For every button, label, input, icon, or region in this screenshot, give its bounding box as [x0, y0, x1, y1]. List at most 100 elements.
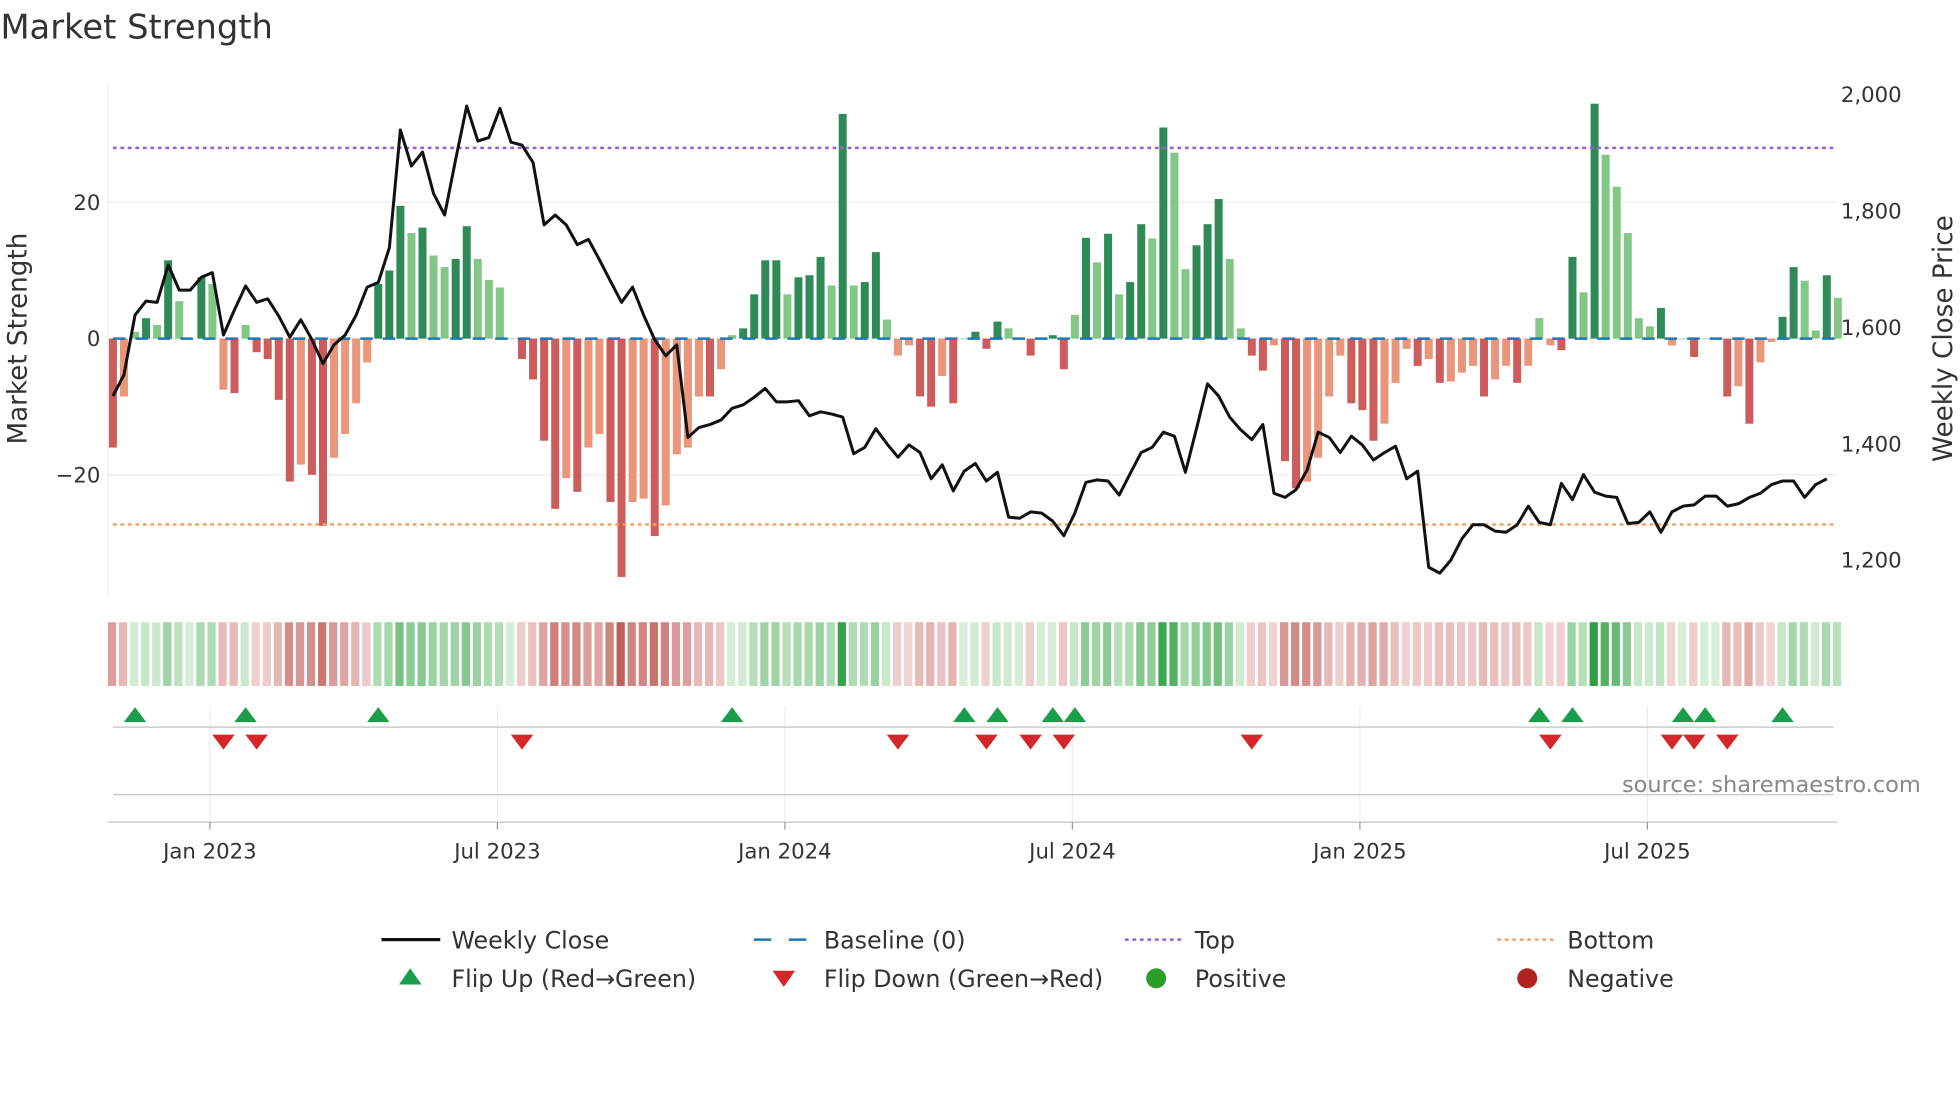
strip-cell [1213, 622, 1222, 686]
strip-cell [915, 622, 924, 686]
flip-up-marker [1561, 707, 1584, 723]
strength-bar [1491, 338, 1500, 380]
strip-cell [848, 622, 857, 686]
gridlines [107, 81, 1838, 823]
right-tick-label: 1,200 [1841, 549, 1902, 574]
strip-cell [362, 622, 371, 686]
strip-cell [1467, 622, 1477, 686]
strip-cell [273, 622, 283, 686]
strength-bar [982, 338, 991, 349]
strip-cell [1777, 622, 1786, 686]
strength-bar [307, 338, 316, 475]
flip-up-marker [1528, 707, 1551, 723]
strip-cell [892, 622, 902, 686]
strength-bar [1402, 338, 1411, 349]
strength-bar [1347, 338, 1356, 404]
strength-bar [1457, 338, 1466, 373]
strength-bar [595, 338, 604, 434]
strength-bar [661, 338, 670, 506]
strength-bar [1468, 338, 1477, 366]
strip-cell [959, 622, 968, 686]
strength-bar [562, 338, 571, 479]
strip-cell [727, 622, 736, 686]
flip-up-marker [1671, 707, 1695, 723]
strip-cell [1501, 622, 1510, 686]
x-tick-label: Jul 2024 [1027, 839, 1115, 864]
strength-bar [1634, 318, 1643, 339]
x-tick-label: Jan 2025 [1311, 839, 1407, 864]
flip-down-marker [245, 734, 268, 750]
strength-bar [1734, 338, 1743, 387]
strip-cell [262, 622, 271, 686]
strip-cell [660, 622, 670, 686]
strength-bar [506, 338, 515, 340]
strip-cell [1390, 622, 1399, 686]
strength-bar [860, 282, 869, 339]
strip-cell [1479, 622, 1488, 686]
strength-bar [1225, 258, 1234, 339]
flip-down-marker [1660, 734, 1684, 750]
strip-cell [1379, 622, 1388, 686]
strength-bar [1048, 335, 1057, 339]
strip-cell [992, 622, 1001, 686]
strength-bar [705, 338, 714, 397]
strength-bar [783, 294, 792, 339]
strength-bar [617, 338, 626, 577]
strength-bar [529, 338, 538, 380]
strip-cell [1125, 622, 1134, 686]
legend-label: Bottom [1567, 926, 1654, 954]
flip-up-marker [953, 707, 976, 723]
strength-bar [1258, 338, 1267, 371]
strip-cell [926, 622, 935, 686]
strip-cell [859, 622, 869, 686]
strength-bar [960, 338, 969, 340]
strength-bar [1336, 338, 1345, 356]
flip-up-marker [720, 707, 744, 723]
strip-cell [196, 622, 205, 686]
strength-bar [396, 205, 405, 339]
strength-bar [1004, 328, 1013, 339]
strength-bar [628, 338, 637, 503]
strip-cell [550, 622, 559, 686]
strip-cell [804, 622, 813, 686]
strength-bar [1513, 338, 1522, 383]
strip-cell [1512, 622, 1521, 686]
strength-bar [219, 338, 228, 390]
legend-negative-icon [1517, 968, 1538, 989]
strength-bar [1026, 338, 1035, 356]
strength-bar [1159, 127, 1168, 339]
strength-bar [750, 294, 759, 339]
strip-cell [904, 622, 913, 686]
strip-cell [395, 622, 404, 686]
strip-cell [1567, 622, 1576, 686]
strip-cell [218, 622, 227, 686]
strip-cell [583, 622, 592, 686]
strength-bar [882, 319, 891, 339]
legend: Weekly Close Baseline (0) Top Bottom Flip Up… [381, 926, 1674, 993]
legend-label: Negative [1567, 965, 1673, 993]
strip-cell [937, 622, 946, 686]
strength-bar [1070, 314, 1079, 339]
flip-up-marker [234, 707, 257, 723]
strength-bar [296, 338, 305, 465]
strip-cell [1324, 622, 1333, 686]
strength-bar [1358, 338, 1367, 411]
strength-bar [318, 338, 327, 526]
strip-cell [1003, 622, 1012, 686]
strength-bar [871, 252, 880, 339]
strip-cell [1114, 622, 1123, 686]
strength-bar [540, 338, 549, 441]
strength-bar [1480, 338, 1489, 397]
strength-bar [1081, 237, 1090, 339]
strength-bar [1778, 316, 1787, 339]
strip-cell [1578, 622, 1587, 686]
strength-bar [772, 260, 781, 339]
flip-up-marker [1771, 707, 1794, 723]
strength-bar [1203, 224, 1212, 339]
strip-cell [329, 622, 338, 686]
strength-bar [1745, 338, 1754, 424]
strip-cell [351, 622, 360, 686]
strip-cell [1080, 622, 1090, 686]
strength-bar [805, 275, 814, 339]
legend-label: Flip Down (Green→Red) [824, 965, 1103, 993]
